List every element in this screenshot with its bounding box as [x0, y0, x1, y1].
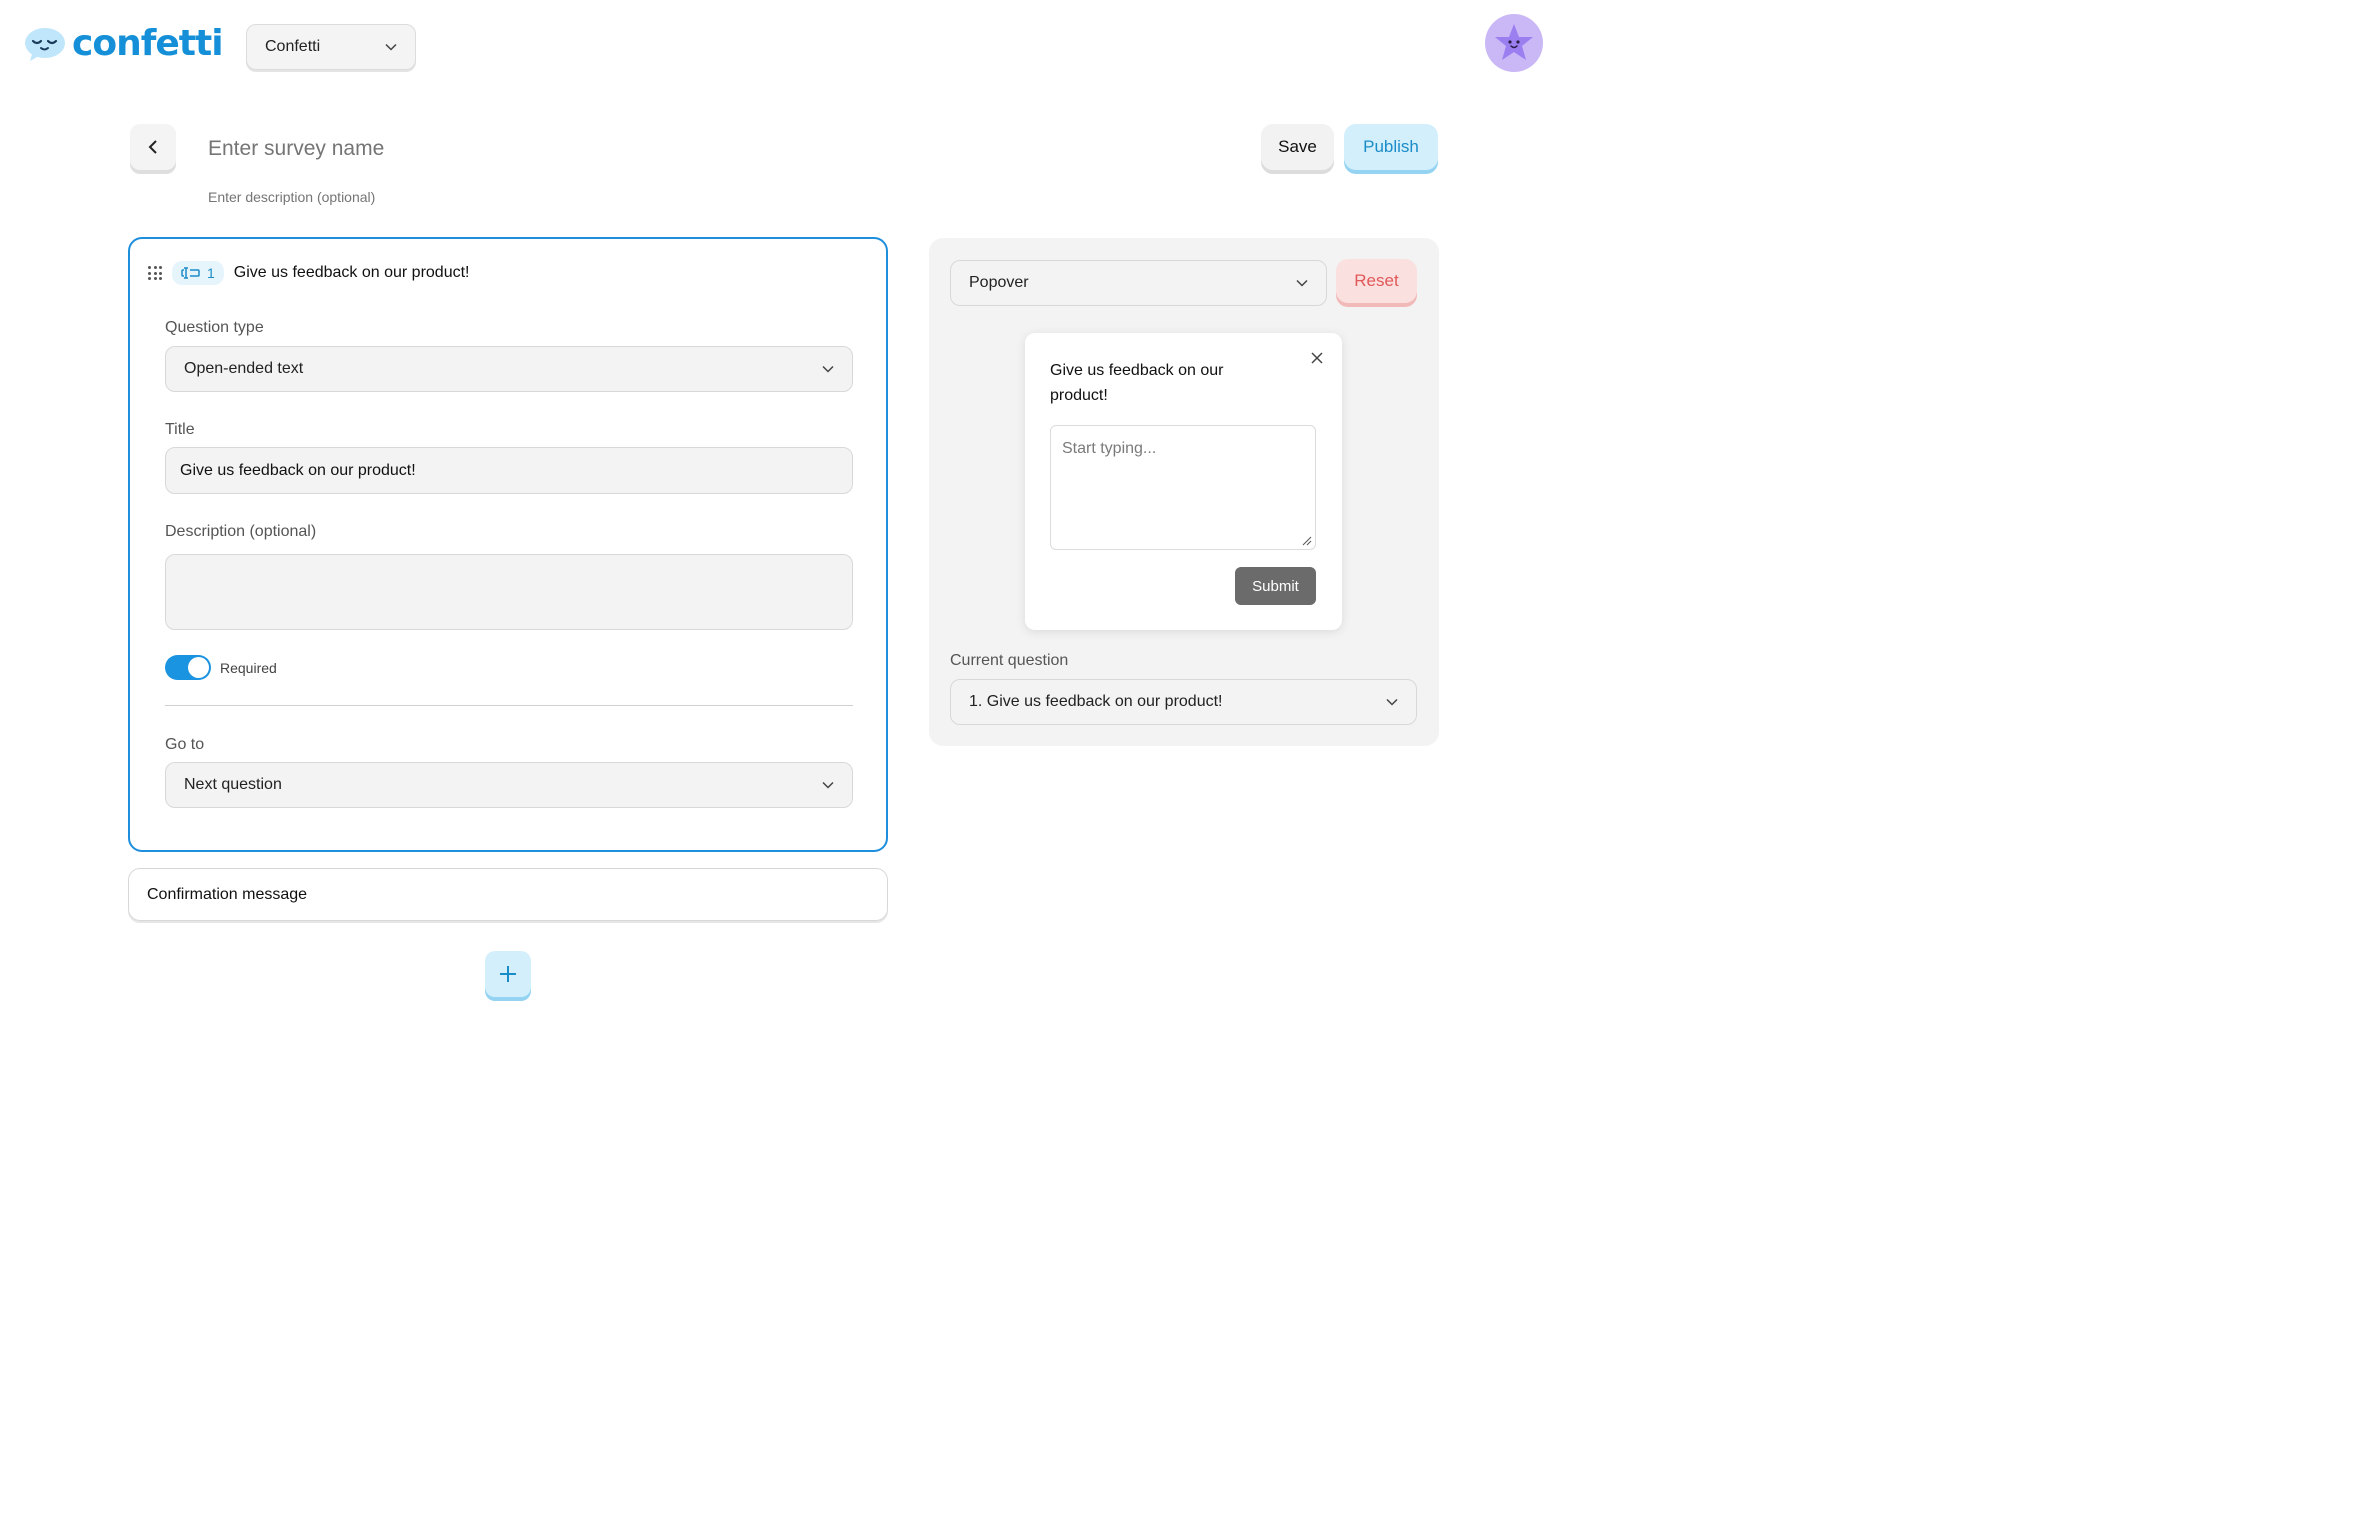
- goto-label: Go to: [165, 736, 205, 753]
- preview-type-select[interactable]: Popover: [950, 260, 1327, 306]
- survey-popover-preview: Give us feedback on our product! Start t…: [1025, 333, 1342, 630]
- popover-submit-button[interactable]: Submit: [1235, 567, 1316, 605]
- preview-panel: Popover Reset Give us feedback on our pr…: [929, 238, 1439, 746]
- divider: [165, 705, 853, 706]
- question-type-select[interactable]: Open-ended text: [165, 346, 853, 392]
- close-icon[interactable]: [1310, 351, 1324, 365]
- confirmation-message-label: Confirmation message: [147, 885, 308, 903]
- required-toggle[interactable]: [165, 655, 211, 680]
- publish-button[interactable]: Publish: [1344, 124, 1438, 170]
- chevron-down-icon: [385, 43, 397, 51]
- description-label: Description (optional): [165, 523, 317, 540]
- popover-question-title: Give us feedback on our product!: [1050, 362, 1224, 404]
- resize-handle-icon[interactable]: [1302, 536, 1312, 546]
- reset-button[interactable]: Reset: [1336, 259, 1417, 303]
- star-avatar-icon: [1495, 24, 1533, 60]
- question-number: 1: [207, 265, 215, 281]
- question-type-value: Open-ended text: [184, 360, 304, 377]
- chevron-down-icon: [822, 365, 834, 373]
- current-question-label: Current question: [950, 652, 1069, 669]
- text-input-icon: [181, 267, 200, 279]
- question-title: Give us feedback on our product!: [233, 264, 470, 281]
- drag-handle-icon[interactable]: [148, 266, 162, 280]
- chevron-down-icon: [822, 781, 834, 789]
- confirmation-message-card[interactable]: Confirmation message: [128, 868, 888, 921]
- question-number-badge: 1: [172, 261, 224, 285]
- current-question-select[interactable]: 1. Give us feedback on our product!: [950, 679, 1417, 725]
- popover-answer-placeholder: Start typing...: [1062, 440, 1157, 457]
- required-row: Required: [165, 655, 277, 680]
- add-question-button[interactable]: [485, 951, 531, 997]
- current-question-value: 1. Give us feedback on our product!: [969, 693, 1223, 710]
- workspace-select[interactable]: Confetti: [246, 24, 416, 70]
- chevron-down-icon: [1386, 698, 1398, 706]
- question-header: 1 Give us feedback on our product!: [148, 261, 470, 285]
- chevron-down-icon: [1296, 279, 1308, 287]
- back-button[interactable]: [130, 124, 176, 170]
- goto-value: Next question: [184, 776, 282, 793]
- plus-icon: [500, 966, 516, 982]
- chevron-left-icon: [148, 140, 157, 154]
- confetti-face-icon: [24, 26, 66, 62]
- survey-name-input[interactable]: [208, 137, 808, 161]
- logo-text: confetti: [72, 23, 224, 64]
- preview-type-value: Popover: [969, 274, 1029, 291]
- required-label: Required: [220, 659, 277, 676]
- title-field[interactable]: Give us feedback on our product!: [165, 447, 853, 494]
- title-field-value: Give us feedback on our product!: [180, 461, 416, 479]
- survey-description-input[interactable]: [208, 189, 608, 205]
- question-type-label: Question type: [165, 319, 264, 336]
- goto-select[interactable]: Next question: [165, 762, 853, 808]
- title-label: Title: [165, 421, 195, 438]
- app-logo[interactable]: confetti: [24, 23, 224, 64]
- description-field[interactable]: [165, 554, 853, 630]
- workspace-select-value: Confetti: [265, 38, 321, 55]
- user-avatar[interactable]: [1485, 14, 1543, 72]
- question-card[interactable]: 1 Give us feedback on our product! Quest…: [128, 237, 888, 852]
- save-button[interactable]: Save: [1261, 124, 1334, 170]
- popover-answer-field[interactable]: Start typing...: [1050, 425, 1316, 550]
